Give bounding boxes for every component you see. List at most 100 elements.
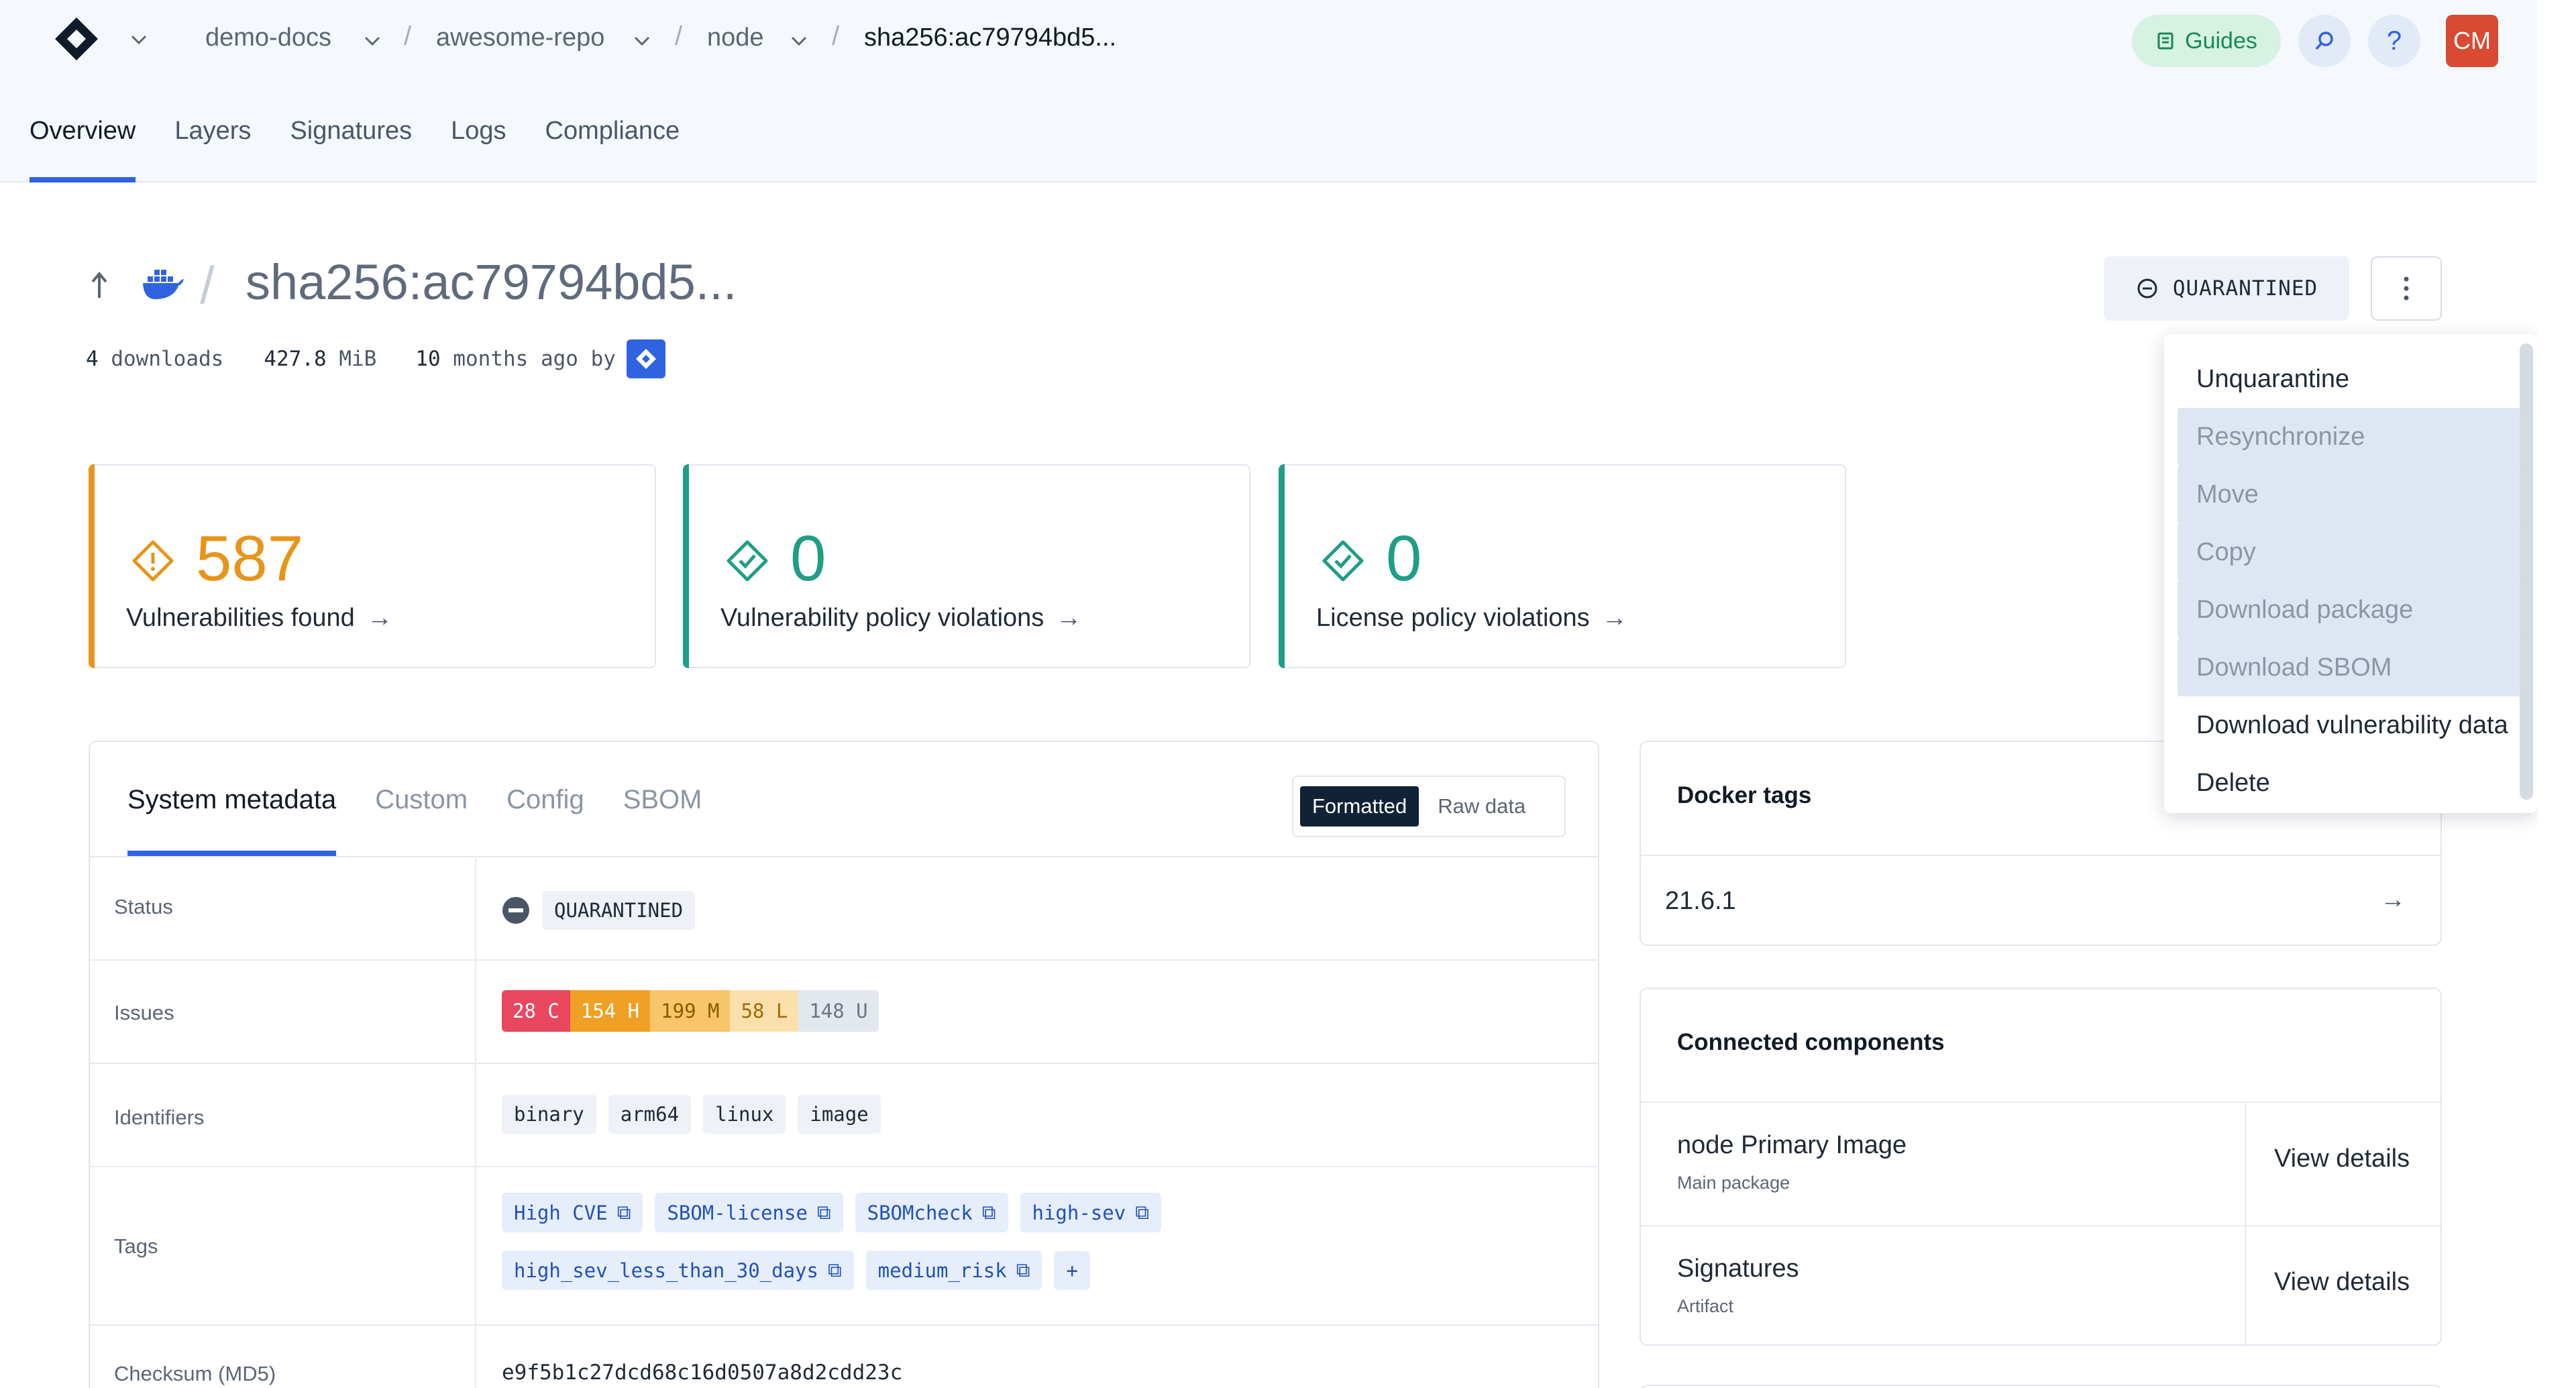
status-chip: QUARANTINED xyxy=(542,891,696,930)
breadcrumb-workspace[interactable]: demo-docs xyxy=(205,23,331,52)
view-details-button[interactable]: View details xyxy=(2274,1268,2410,1297)
tag-chip[interactable]: SBOMcheck ⧉ xyxy=(855,1193,1008,1232)
card-accent-bar xyxy=(683,464,689,668)
issue-critical[interactable]: 28 C xyxy=(502,990,570,1032)
tab-overview[interactable]: Overview xyxy=(30,114,136,182)
checksum-label: Checksum (MD5) xyxy=(114,1362,276,1385)
menu-item-copy: Copy xyxy=(2178,523,2521,581)
add-tag-button[interactable]: + xyxy=(1054,1250,1090,1290)
size-unit: MiB xyxy=(339,347,377,371)
uploader-avatar[interactable] xyxy=(626,339,665,378)
issue-severity-strip[interactable]: 28 C 154 H 199 M 58 L 148 U xyxy=(502,990,879,1032)
docker-tags-title: Docker tags xyxy=(1677,782,1812,808)
tab-layers[interactable]: Layers xyxy=(174,114,251,182)
checksum-value: e9f5b1c27dcd68c16d0507a8d2cdd23c xyxy=(502,1360,903,1385)
copy-icon[interactable]: ⧉ xyxy=(817,1201,831,1224)
tab-signatures[interactable]: Signatures xyxy=(290,114,412,182)
page-title: sha256:ac79794bd5... xyxy=(246,254,737,310)
menu-scrollbar[interactable] xyxy=(2520,343,2533,800)
raw-data-option[interactable]: Raw data xyxy=(1419,786,1544,826)
breadcrumb-repository[interactable]: awesome-repo xyxy=(436,23,604,52)
chevron-down-icon[interactable] xyxy=(788,30,810,52)
status-value: QUARANTINED xyxy=(502,891,696,930)
menu-item-delete[interactable]: Delete xyxy=(2178,754,2521,812)
vulnerability-policy-card[interactable]: 0 Vulnerability policy violations → xyxy=(683,464,1250,668)
quarantine-icon xyxy=(2137,278,2157,299)
copy-icon[interactable]: ⧉ xyxy=(1016,1259,1030,1282)
package-size: 427.8 xyxy=(264,347,327,371)
vulnerability-policy-link[interactable]: Vulnerability policy violations → xyxy=(720,604,1081,633)
vulnerabilities-count: 587 xyxy=(196,523,304,594)
title-separator: / xyxy=(200,256,215,315)
app-logo-icon[interactable] xyxy=(52,15,101,63)
guides-button[interactable]: Guides xyxy=(2132,15,2281,67)
kebab-menu-icon xyxy=(2404,276,2409,301)
breadcrumb-separator: / xyxy=(832,21,840,51)
docker-tag-row[interactable]: 21.6.1 → xyxy=(1641,856,2440,945)
card-accent-bar xyxy=(1279,464,1285,668)
top-header: demo-docs / awesome-repo / node / sha256… xyxy=(0,0,2537,182)
tab-custom[interactable]: Custom xyxy=(375,742,468,856)
arrow-right-icon[interactable]: → xyxy=(2380,886,2406,914)
tags-line-1: High CVE ⧉ SBOM-license ⧉ SBOMcheck ⧉ high-… xyxy=(502,1193,1161,1232)
list-item: Signatures Artifact View details xyxy=(1641,1226,2440,1344)
page-scrollbar-track[interactable] xyxy=(2537,0,2576,1388)
license-policy-label: License policy violations xyxy=(1316,604,1590,632)
issue-low[interactable]: 58 L xyxy=(730,990,799,1032)
component-name: Signatures xyxy=(1677,1254,1799,1283)
help-button[interactable]: ? xyxy=(2368,15,2420,67)
menu-item-unquarantine[interactable]: Unquarantine xyxy=(2178,350,2521,408)
license-policy-count: 0 xyxy=(1386,523,1422,594)
copy-icon[interactable]: ⧉ xyxy=(1135,1201,1149,1224)
chevron-down-icon[interactable] xyxy=(361,30,384,52)
tag-chip[interactable]: medium_risk ⧉ xyxy=(865,1250,1042,1290)
tag-chip[interactable]: High CVE ⧉ xyxy=(502,1193,643,1232)
copy-icon[interactable]: ⧉ xyxy=(617,1201,631,1224)
docker-icon xyxy=(143,270,184,299)
search-button[interactable] xyxy=(2298,15,2351,67)
vulnerabilities-card[interactable]: 587 Vulnerabilities found → xyxy=(89,464,656,668)
more-actions-button[interactable] xyxy=(2371,256,2442,321)
vulnerability-policy-label: Vulnerability policy violations xyxy=(720,604,1044,632)
chevron-down-icon[interactable] xyxy=(127,28,150,51)
tag-chip[interactable]: high-sev ⧉ xyxy=(1020,1193,1161,1232)
issue-unknown[interactable]: 148 U xyxy=(798,990,879,1032)
tag-chip[interactable]: high_sev_less_than_30_days ⧉ xyxy=(502,1250,854,1290)
metadata-row-issues: Issues 28 C 154 H 199 M 58 L 148 U xyxy=(90,959,1598,1063)
component-type: Artifact xyxy=(1677,1296,1734,1316)
license-policy-card[interactable]: 0 License policy violations → xyxy=(1279,464,1846,668)
actions-dropdown-menu: Unquarantine Resynchronize Move Copy Dow… xyxy=(2164,334,2537,813)
view-details-button[interactable]: View details xyxy=(2274,1144,2410,1173)
tab-sbom[interactable]: SBOM xyxy=(623,742,702,856)
tag-chip[interactable]: SBOM-license ⧉ xyxy=(655,1193,843,1232)
quarantine-status-button[interactable]: QUARANTINED xyxy=(2104,256,2349,321)
formatted-option[interactable]: Formatted xyxy=(1300,786,1419,826)
docker-tag-value: 21.6.1 xyxy=(1665,887,1736,915)
tab-compliance[interactable]: Compliance xyxy=(545,114,680,182)
tab-config[interactable]: Config xyxy=(506,742,584,856)
breadcrumb-package[interactable]: node xyxy=(707,23,764,52)
menu-item-download-vulnerability-data[interactable]: Download vulnerability data xyxy=(2178,696,2521,754)
copy-icon[interactable]: ⧉ xyxy=(982,1201,996,1224)
arrow-right-icon: → xyxy=(1601,604,1627,632)
identifier-chip: binary xyxy=(502,1095,596,1134)
status-label: Status xyxy=(114,895,173,918)
breadcrumb-separator: / xyxy=(675,21,683,51)
age-label: months ago by xyxy=(453,347,616,371)
tags-line-2: high_sev_less_than_30_days ⧉ medium_risk ⧉… xyxy=(502,1250,1090,1290)
chevron-down-icon[interactable] xyxy=(631,30,653,52)
identifier-chip: image xyxy=(798,1095,881,1134)
arrow-right-icon: → xyxy=(366,604,392,632)
vulnerabilities-link[interactable]: Vulnerabilities found → xyxy=(126,604,392,633)
upstream-arrow-icon[interactable] xyxy=(90,268,117,301)
tab-logs[interactable]: Logs xyxy=(451,114,506,182)
identifiers-value: binary arm64 linux image xyxy=(502,1095,881,1134)
metadata-row-status: Status QUARANTINED xyxy=(90,856,1598,959)
metadata-row-identifiers: Identifiers binary arm64 linux image xyxy=(90,1063,1598,1166)
issue-medium[interactable]: 199 M xyxy=(650,990,731,1032)
issue-high[interactable]: 154 H xyxy=(570,990,651,1032)
copy-icon[interactable]: ⧉ xyxy=(828,1259,842,1282)
user-avatar[interactable]: CM xyxy=(2446,15,2498,67)
license-policy-link[interactable]: License policy violations → xyxy=(1316,604,1627,633)
tab-system-metadata[interactable]: System metadata xyxy=(127,742,337,856)
